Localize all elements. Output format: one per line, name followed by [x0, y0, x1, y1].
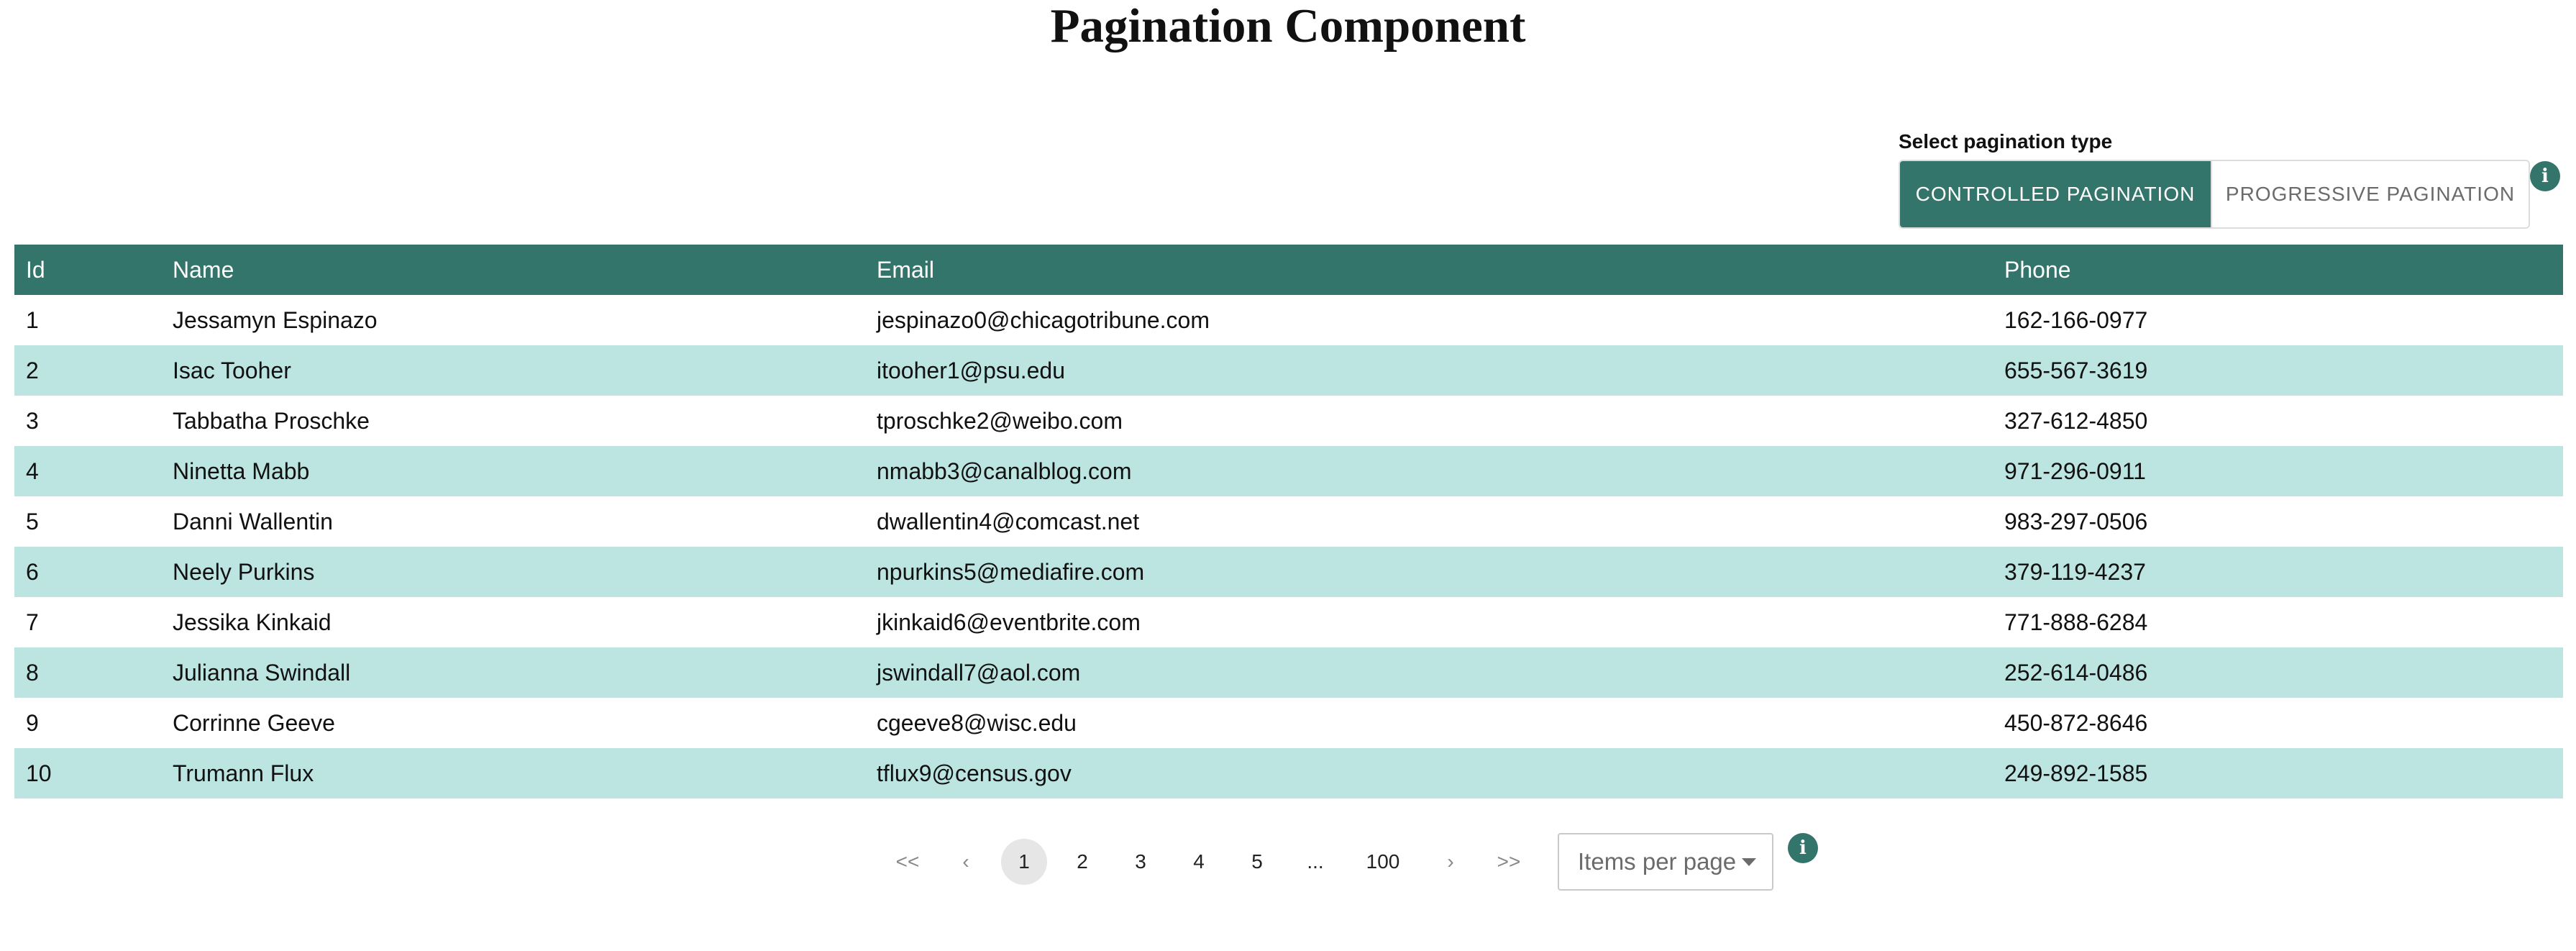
table-row: 8 Julianna Swindall jswindall7@aol.com 252-…	[14, 647, 2563, 698]
cell-email: jespinazo0@chicagotribune.com	[865, 295, 1993, 345]
cell-email: dwallentin4@comcast.net	[865, 496, 1993, 547]
column-header-phone[interactable]: Phone	[1993, 245, 2563, 295]
cell-id: 9	[14, 698, 161, 748]
cell-name: Julianna Swindall	[161, 647, 865, 698]
cell-email: nmabb3@canalblog.com	[865, 446, 1993, 496]
cell-name: Isac Tooher	[161, 345, 865, 396]
cell-email: itooher1@psu.edu	[865, 345, 1993, 396]
cell-name: Tabbatha Proschke	[161, 396, 865, 446]
cell-phone: 162-166-0977	[1993, 295, 2563, 345]
table-row: 9 Corrinne Geeve cgeeve8@wisc.edu 450-872-8…	[14, 698, 2563, 748]
pagination-controls: << ‹ 1 2 3 4 5 ... 100 › >>	[885, 839, 1544, 885]
cell-name: Corrinne Geeve	[161, 698, 865, 748]
pagination-type-toggle: CONTROLLED PAGINATION PROGRESSIVE PAGINA…	[1899, 160, 2530, 229]
cell-id: 4	[14, 446, 161, 496]
pagination-type-label: Select pagination type	[1899, 130, 2113, 153]
cell-name: Trumann Flux	[161, 748, 865, 798]
cell-email: jkinkaid6@eventbrite.com	[865, 597, 1993, 647]
column-header-id[interactable]: Id	[14, 245, 161, 295]
progressive-pagination-button[interactable]: PROGRESSIVE PAGINATION	[2211, 161, 2529, 227]
cell-phone: 771-888-6284	[1993, 597, 2563, 647]
cell-phone: 249-892-1585	[1993, 748, 2563, 798]
cell-id: 3	[14, 396, 161, 446]
info-icon[interactable]: i	[1788, 833, 1818, 863]
table-row: 5 Danni Wallentin dwallentin4@comcast.net 9…	[14, 496, 2563, 547]
items-per-page-placeholder: Items per page	[1578, 848, 1737, 875]
cell-email: cgeeve8@wisc.edu	[865, 698, 1993, 748]
caret-down-icon	[1742, 857, 1757, 866]
table-row: 4 Ninetta Mabb nmabb3@canalblog.com 971-296…	[14, 446, 2563, 496]
table-row: 7 Jessika Kinkaid jkinkaid6@eventbrite.com…	[14, 597, 2563, 647]
page-button-last-number[interactable]: 100	[1351, 839, 1415, 885]
next-page-button[interactable]: ›	[1428, 839, 1474, 885]
cell-phone: 252-614-0486	[1993, 647, 2563, 698]
cell-phone: 379-119-4237	[1993, 547, 2563, 597]
column-header-email[interactable]: Email	[865, 245, 1993, 295]
page-button-5[interactable]: 5	[1234, 839, 1280, 885]
cell-id: 2	[14, 345, 161, 396]
cell-email: tproschke2@weibo.com	[865, 396, 1993, 446]
last-page-button[interactable]: >>	[1486, 839, 1532, 885]
cell-name: Jessamyn Espinazo	[161, 295, 865, 345]
pagination-ellipsis: ...	[1307, 850, 1324, 873]
table-row: 2 Isac Tooher itooher1@psu.edu 655-567-3619	[14, 345, 2563, 396]
data-table: Id Name Email Phone 1 Jessamyn Espinazo je…	[14, 245, 2563, 798]
table-row: 6 Neely Purkins npurkins5@mediafire.com 379…	[14, 547, 2563, 597]
previous-page-button[interactable]: ‹	[943, 839, 989, 885]
page-button-1[interactable]: 1	[1001, 839, 1047, 885]
cell-phone: 450-872-8646	[1993, 698, 2563, 748]
cell-id: 8	[14, 647, 161, 698]
cell-email: npurkins5@mediafire.com	[865, 547, 1993, 597]
cell-id: 10	[14, 748, 161, 798]
table-header-row: Id Name Email Phone	[14, 245, 2563, 295]
cell-phone: 983-297-0506	[1993, 496, 2563, 547]
cell-phone: 971-296-0911	[1993, 446, 2563, 496]
first-page-button[interactable]: <<	[885, 839, 931, 885]
info-icon[interactable]: i	[2530, 161, 2560, 191]
table-row: 1 Jessamyn Espinazo jespinazo0@chicagotrib…	[14, 295, 2563, 345]
cell-name: Jessika Kinkaid	[161, 597, 865, 647]
table-row: 10 Trumann Flux tflux9@census.gov 249-892-1…	[14, 748, 2563, 798]
items-per-page-select[interactable]: Items per page	[1558, 833, 1773, 891]
cell-email: tflux9@census.gov	[865, 748, 1993, 798]
table-row: 3 Tabbatha Proschke tproschke2@weibo.com 32…	[14, 396, 2563, 446]
page-button-3[interactable]: 3	[1118, 839, 1164, 885]
cell-id: 1	[14, 295, 161, 345]
column-header-name[interactable]: Name	[161, 245, 865, 295]
cell-id: 5	[14, 496, 161, 547]
page-button-2[interactable]: 2	[1059, 839, 1105, 885]
cell-name: Ninetta Mabb	[161, 446, 865, 496]
cell-phone: 655-567-3619	[1993, 345, 2563, 396]
cell-phone: 327-612-4850	[1993, 396, 2563, 446]
cell-id: 7	[14, 597, 161, 647]
controlled-pagination-button[interactable]: CONTROLLED PAGINATION	[1900, 161, 2211, 227]
cell-name: Danni Wallentin	[161, 496, 865, 547]
table-body: 1 Jessamyn Espinazo jespinazo0@chicagotrib…	[14, 295, 2563, 798]
page-button-4[interactable]: 4	[1176, 839, 1222, 885]
cell-id: 6	[14, 547, 161, 597]
cell-name: Neely Purkins	[161, 547, 865, 597]
page-title: Pagination Component	[1050, 0, 1526, 53]
cell-email: jswindall7@aol.com	[865, 647, 1993, 698]
